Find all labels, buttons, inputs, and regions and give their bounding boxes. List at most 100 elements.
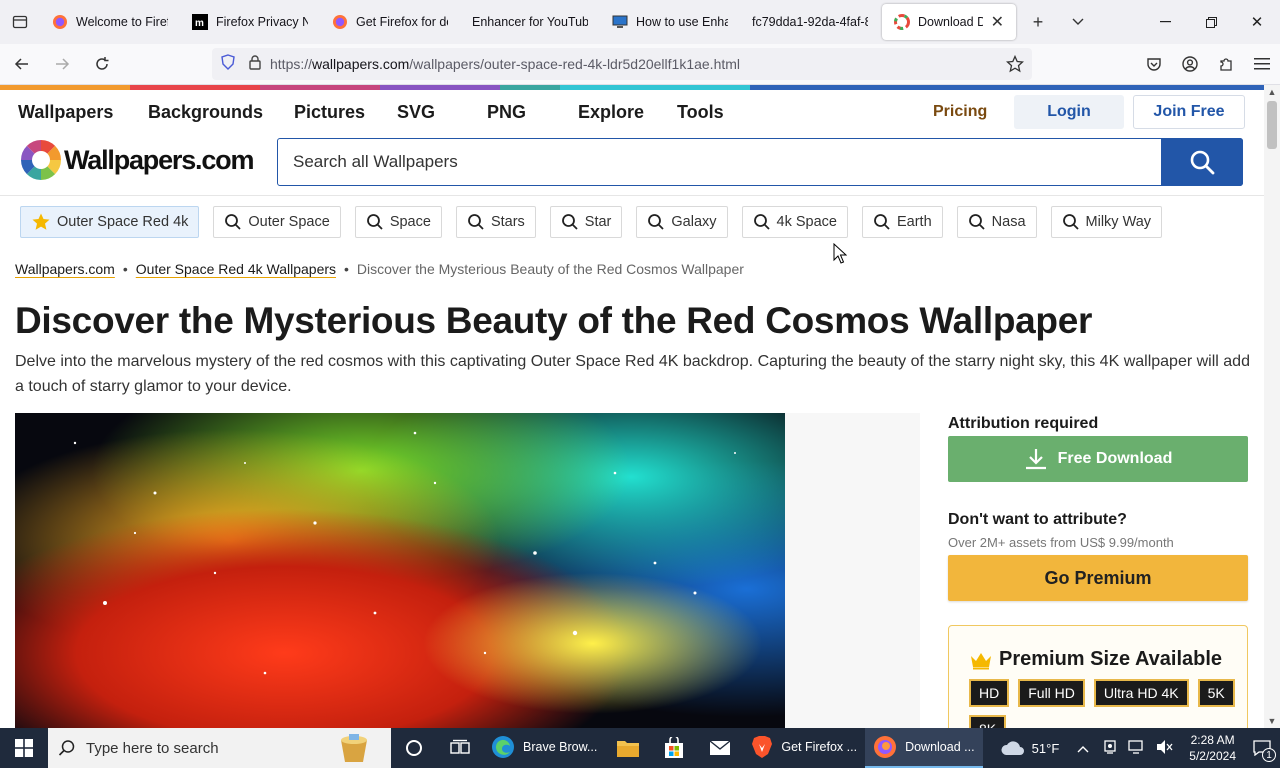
pricing-link[interactable]: Pricing — [933, 103, 987, 121]
join-free-button[interactable]: Join Free — [1133, 95, 1245, 129]
plus-icon: + — [1032, 11, 1044, 32]
resolution-8k[interactable]: 8K — [969, 715, 1007, 728]
taskbar-app-label: Get Firefox ... — [781, 740, 858, 754]
wallpapers-logo-icon — [21, 140, 61, 180]
brave-icon — [752, 736, 773, 758]
nav-explore[interactable]: Explore — [578, 102, 644, 123]
forward-button[interactable] — [44, 46, 80, 82]
nav-backgrounds[interactable]: Backgrounds — [148, 102, 263, 123]
minimize-button[interactable] — [1142, 0, 1188, 44]
breadcrumb-separator: • — [344, 261, 349, 277]
start-button[interactable] — [0, 728, 48, 768]
taskbar-app-firefox-download[interactable]: Download ... — [865, 728, 983, 768]
tag-chip[interactable]: Outer Space Red 4k — [20, 206, 200, 238]
taskbar-app-brave[interactable]: Brave Brow... — [483, 728, 605, 768]
extensions-button[interactable] — [1208, 46, 1244, 82]
login-button[interactable]: Login — [1014, 95, 1124, 129]
tag-chip[interactable]: Stars — [455, 206, 536, 238]
network-icon[interactable] — [1128, 739, 1146, 758]
resolution-uhd-4k[interactable]: Ultra HD 4K — [1093, 679, 1189, 707]
tab-title: Download Disc — [918, 15, 983, 29]
list-all-tabs-button[interactable] — [1058, 0, 1098, 44]
new-tab-button[interactable]: + — [1018, 0, 1058, 44]
tag-chip[interactable]: Milky Way — [1050, 206, 1163, 238]
taskbar-app-label: Brave Brow... — [523, 740, 598, 754]
resolution-full-hd[interactable]: Full HD — [1018, 679, 1085, 707]
resolution-hd[interactable]: HD — [969, 679, 1010, 707]
reload-button[interactable] — [84, 46, 120, 82]
cloud-weather-icon[interactable] — [1000, 739, 1026, 757]
cortana-icon — [406, 740, 422, 756]
download-icon — [1025, 449, 1046, 470]
lock-icon[interactable] — [248, 54, 262, 75]
nav-png[interactable]: PNG — [487, 102, 526, 123]
pocket-button[interactable] — [1136, 46, 1172, 82]
firefox-view-button[interactable] — [0, 0, 40, 44]
browser-tab[interactable]: fc79dda1-92da-4faf-8 — [740, 4, 880, 40]
back-button[interactable] — [4, 46, 40, 82]
taskbar-app-firefox-get[interactable]: Get Firefox ... — [743, 728, 865, 768]
meet-now-icon[interactable] — [1102, 739, 1118, 758]
scroll-down-icon[interactable]: ▼ — [1264, 714, 1280, 728]
chevron-up-icon[interactable] — [1077, 741, 1089, 756]
mail-button[interactable] — [697, 728, 743, 768]
scroll-up-icon[interactable]: ▲ — [1264, 85, 1280, 99]
star-icon — [32, 213, 50, 230]
account-button[interactable] — [1172, 46, 1208, 82]
wallpaper-preview-image[interactable] — [15, 413, 785, 728]
browser-tab-active[interactable]: Download Disc ✕ — [882, 4, 1016, 40]
site-logo[interactable]: Wallpapers.com — [20, 139, 254, 181]
cortana-button[interactable] — [391, 728, 437, 768]
file-explorer-button[interactable] — [605, 728, 651, 768]
browser-tab[interactable]: How to use Enhancer — [600, 4, 740, 40]
page-scrollbar[interactable]: ▲ ▼ — [1264, 85, 1280, 728]
premium-size-title: Premium Size Available — [999, 648, 1223, 670]
restore-button[interactable] — [1188, 0, 1234, 44]
tag-label: 4k Space — [776, 214, 837, 230]
search-input[interactable] — [293, 152, 1153, 172]
task-view-icon — [450, 739, 470, 754]
close-tab-icon[interactable]: ✕ — [991, 12, 1004, 32]
store-button[interactable] — [651, 728, 697, 768]
close-window-button[interactable]: ✕ — [1234, 0, 1280, 44]
tab-title: fc79dda1-92da-4faf-8 — [752, 15, 868, 29]
bookmark-star-icon[interactable] — [1005, 54, 1025, 78]
tracking-shield-icon[interactable] — [220, 53, 236, 75]
task-view-button[interactable] — [437, 728, 483, 768]
tag-chip[interactable]: 4k Space — [741, 206, 848, 238]
nav-wallpapers[interactable]: Wallpapers — [18, 102, 113, 123]
breadcrumb-category[interactable]: Outer Space Red 4k Wallpapers — [136, 261, 336, 277]
search-icon — [874, 214, 890, 230]
tag-chip[interactable]: Star — [549, 206, 623, 238]
address-bar[interactable]: https://wallpapers.com/wallpapers/outer-… — [212, 48, 1032, 80]
scrollbar-thumb[interactable] — [1267, 101, 1277, 149]
tag-chip[interactable]: Earth — [861, 206, 943, 238]
weather-temperature[interactable]: 51°F — [1032, 741, 1060, 756]
tag-chip[interactable]: Nasa — [956, 206, 1037, 238]
notification-center-button[interactable]: 1 — [1244, 728, 1280, 768]
breadcrumb-home[interactable]: Wallpapers.com — [15, 261, 115, 277]
system-clock[interactable]: 2:28 AM 5/2/2024 — [1189, 732, 1236, 764]
free-download-button[interactable]: Free Download — [948, 436, 1248, 482]
tag-chip[interactable]: Space — [354, 206, 442, 238]
tag-chip[interactable]: Galaxy — [636, 206, 728, 238]
taskbar-search[interactable] — [48, 728, 391, 768]
volume-muted-icon[interactable] — [1156, 739, 1174, 758]
nav-svg[interactable]: SVG — [397, 102, 435, 123]
nav-pictures[interactable]: Pictures — [294, 102, 365, 123]
download-sidebar: Attribution required Free Download Don't… — [948, 415, 1248, 728]
search-button[interactable] — [1161, 138, 1243, 186]
browser-tab[interactable]: m Firefox Privacy Notice — [180, 4, 320, 40]
browser-tab[interactable]: Welcome to Firefox — [40, 4, 180, 40]
windows-logo-icon — [15, 739, 33, 757]
menu-button[interactable] — [1244, 46, 1280, 82]
url-text[interactable]: https://wallpapers.com/wallpapers/outer-… — [270, 56, 740, 72]
browser-tab[interactable]: Enhancer for YouTube — [460, 4, 600, 40]
resolution-5k[interactable]: 5K — [1197, 679, 1235, 707]
tag-chip[interactable]: Outer Space — [213, 206, 341, 238]
taskbar-search-input[interactable] — [86, 739, 316, 757]
nav-tools[interactable]: Tools — [677, 102, 724, 123]
go-premium-button[interactable]: Go Premium — [948, 555, 1248, 601]
browser-tab[interactable]: Get Firefox for desktop — [320, 4, 460, 40]
search-icon — [648, 214, 665, 230]
